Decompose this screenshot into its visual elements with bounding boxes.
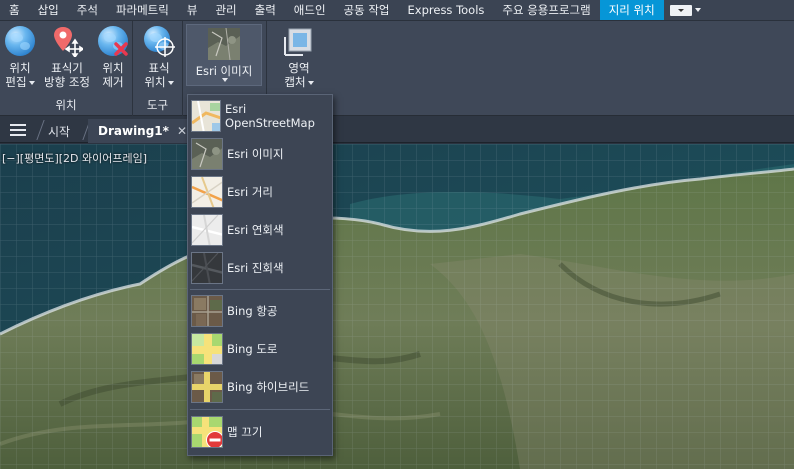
chevron-down-icon — [694, 8, 701, 12]
ribbon-display-toggle[interactable] — [664, 0, 707, 20]
menu-item-label: Esri 이미지 — [227, 147, 284, 161]
map-off-icon — [191, 416, 223, 448]
viewport-controls-label[interactable]: [−][평면도][2D 와이어프레임] — [2, 150, 147, 166]
edit-location-button[interactable]: 위치 편집 — [4, 25, 36, 89]
satellite-imagery-icon — [208, 27, 240, 61]
tab-express-tools[interactable]: Express Tools — [399, 0, 494, 20]
menu-separator — [190, 409, 330, 410]
document-tab-bar: 시작 Drawing1* ✕ — [0, 116, 794, 143]
menu-item-label: Esri 거리 — [227, 185, 273, 199]
menu-item-label: Bing 하이브리드 — [227, 380, 310, 394]
drawing-tab-label: Drawing1* — [98, 124, 169, 138]
capture-area-icon — [283, 25, 315, 57]
tab-featured-apps[interactable]: 주요 응용프로그램 — [493, 0, 599, 20]
edit-location-label-1: 위치 — [9, 61, 31, 75]
menu-item-esri-light-gray[interactable]: Esri 연회색 — [188, 211, 332, 249]
globe-icon — [4, 25, 36, 57]
remove-location-label-2: 제거 — [102, 75, 124, 89]
online-map-label: Esri 이미지 — [195, 64, 253, 78]
osm-map-thumbnail-icon — [191, 100, 221, 132]
menu-separator — [190, 289, 330, 290]
tab-annotate[interactable]: 주석 — [68, 0, 107, 20]
capture-area-button[interactable]: 영역 캡처 — [279, 25, 319, 89]
satellite-map — [0, 144, 794, 469]
mark-position-button[interactable]: 표식 위치 — [141, 25, 177, 89]
menu-item-label: Bing 도로 — [227, 342, 278, 356]
remove-location-button[interactable]: 위치 제거 — [97, 25, 129, 89]
drawing-viewport[interactable]: [−][평면도][2D 와이어프레임] — [0, 144, 794, 469]
online-map-menu: Esri OpenStreetMap Esri 이미지 Esri 거리 Esri… — [187, 94, 333, 456]
menu-item-label: Esri 진회색 — [227, 261, 284, 275]
menu-item-esri-dark-gray[interactable]: Esri 진회색 — [188, 249, 332, 287]
panel-title-location: 위치 — [55, 98, 77, 112]
menu-item-label: Esri OpenStreetMap — [224, 102, 315, 130]
panel-title-tools: 도구 — [146, 98, 169, 112]
aerial-thumbnail-icon — [191, 295, 223, 327]
menu-icon[interactable] — [10, 124, 26, 136]
menu-item-esri-openstreetmap[interactable]: Esri OpenStreetMap — [188, 97, 332, 135]
road-thumbnail-icon — [191, 333, 223, 365]
mark-position-label-2: 위치 — [144, 75, 174, 89]
street-map-thumbnail-icon — [191, 176, 223, 208]
ribbon: 위치 편집 표식기 방향 조정 위치 제거 위치 표식 위치 도구 Esri 이… — [0, 21, 794, 116]
menu-item-esri-imagery[interactable]: Esri 이미지 — [188, 135, 332, 173]
light-gray-thumbnail-icon — [191, 214, 223, 246]
tab-start[interactable]: 시작 — [38, 119, 80, 143]
reorient-marker-label-2: 방향 조정 — [44, 75, 90, 89]
menu-item-esri-streets[interactable]: Esri 거리 — [188, 173, 332, 211]
dark-gray-thumbnail-icon — [191, 252, 223, 284]
tab-home[interactable]: 홈 — [0, 0, 29, 20]
menu-item-bing-road[interactable]: Bing 도로 — [188, 330, 332, 368]
edit-location-label-2: 편집 — [5, 75, 35, 89]
panel-display-icon — [669, 4, 692, 16]
tab-geolocation[interactable]: 지리 위치 — [599, 0, 664, 20]
reorient-marker-label-1: 표식기 — [51, 61, 83, 75]
imagery-thumbnail-icon — [191, 138, 223, 170]
panel-tools: 표식 위치 도구 — [133, 21, 183, 116]
tab-addins[interactable]: 애드인 — [285, 0, 335, 20]
tab-insert[interactable]: 삽입 — [29, 0, 68, 20]
chevron-down-icon — [222, 78, 228, 82]
tab-parametric[interactable]: 파라메트릭 — [107, 0, 178, 20]
menu-item-label: Esri 연회색 — [227, 223, 284, 237]
close-icon[interactable]: ✕ — [177, 124, 187, 138]
menu-item-label: Bing 항공 — [227, 304, 278, 318]
tab-collaborate[interactable]: 공동 작업 — [335, 0, 399, 20]
remove-location-label-1: 위치 — [102, 61, 124, 75]
mark-position-label-1: 표식 — [148, 61, 170, 75]
menu-item-bing-aerial[interactable]: Bing 항공 — [188, 292, 332, 330]
map-pin-move-icon — [51, 25, 85, 59]
capture-area-label-1: 영역 — [288, 61, 310, 75]
menu-item-map-off[interactable]: 맵 끄기 — [188, 413, 332, 451]
tab-manage[interactable]: 관리 — [206, 0, 245, 20]
hybrid-thumbnail-icon — [191, 371, 223, 403]
tab-view[interactable]: 뷰 — [178, 0, 207, 20]
menu-item-bing-hybrid[interactable]: Bing 하이브리드 — [188, 368, 332, 406]
tab-output[interactable]: 출력 — [246, 0, 285, 20]
globe-crosshair-icon — [143, 25, 175, 57]
reorient-marker-button[interactable]: 표식기 방향 조정 — [41, 25, 93, 89]
capture-area-label-2: 캡처 — [284, 75, 314, 89]
ribbon-tab-bar: 홈 삽입 주석 파라메트릭 뷰 관리 출력 애드인 공동 작업 Express … — [0, 0, 794, 21]
globe-remove-icon — [97, 25, 129, 57]
online-map-dropdown-button[interactable]: Esri 이미지 — [186, 24, 262, 86]
tab-drawing1[interactable]: Drawing1* ✕ — [88, 119, 193, 143]
panel-location: 위치 편집 표식기 방향 조정 위치 제거 위치 — [0, 21, 133, 116]
menu-item-label: 맵 끄기 — [227, 425, 263, 439]
